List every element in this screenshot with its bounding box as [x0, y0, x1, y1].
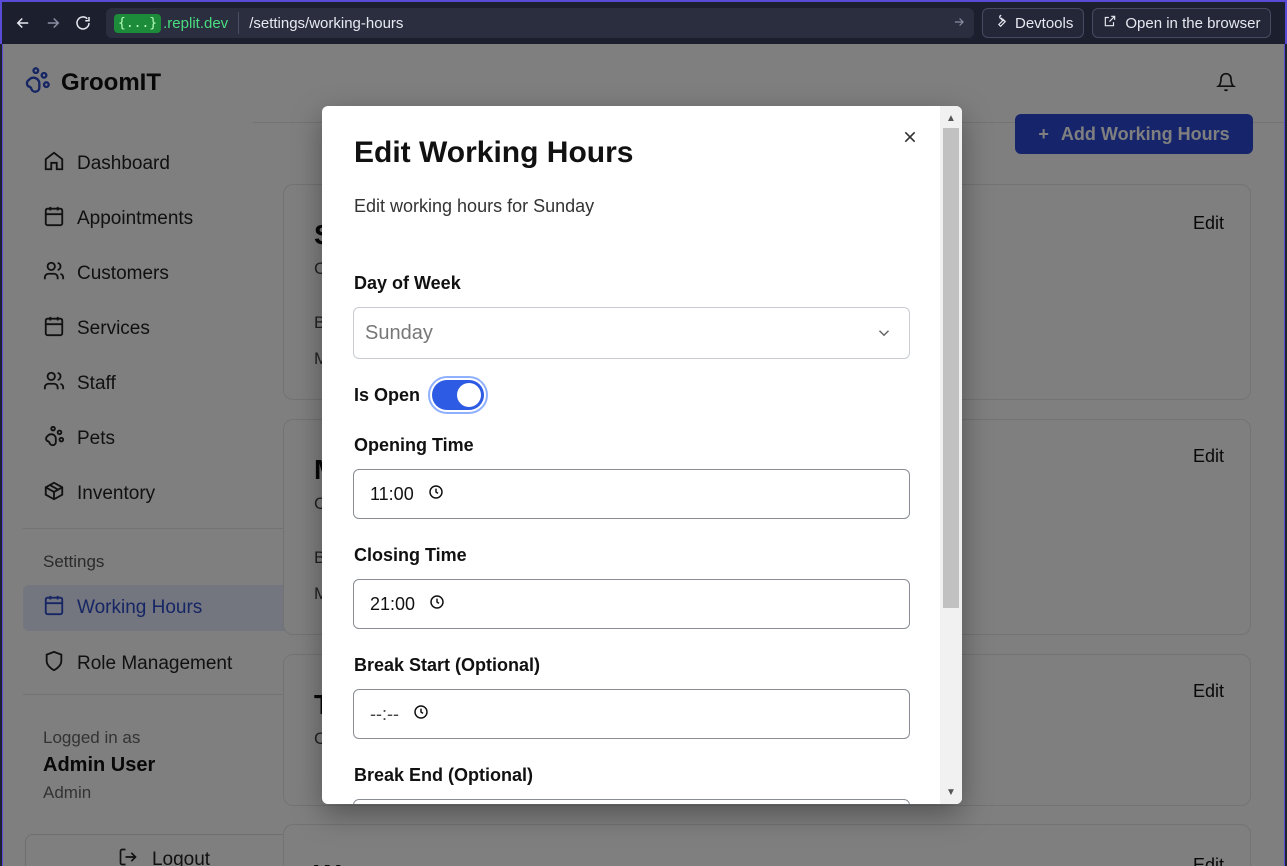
opening-time-label: Opening Time: [354, 435, 474, 455]
scrollbar-thumb[interactable]: [943, 128, 959, 608]
go-arrow-icon[interactable]: [952, 15, 966, 33]
close-icon[interactable]: [899, 126, 921, 148]
break-end-label: Break End (Optional): [354, 765, 534, 785]
back-icon[interactable]: [8, 8, 38, 38]
dialog-title: Edit Working Hours: [354, 136, 634, 169]
opening-time-input[interactable]: 11:00: [353, 469, 910, 519]
url-path: /settings/working-hours: [249, 14, 404, 32]
day-of-week-value: Sunday: [365, 321, 433, 344]
reload-icon[interactable]: [68, 8, 98, 38]
is-open-row: Is Open: [354, 376, 489, 414]
day-of-week-select[interactable]: Sunday: [353, 307, 910, 359]
address-bar[interactable]: {...} .replit.dev /settings/working-hour…: [106, 8, 974, 38]
toggle-track: [432, 380, 485, 410]
clock-icon[interactable]: [413, 704, 429, 725]
closing-time-input[interactable]: 21:00: [353, 579, 910, 629]
dialog-description: Edit working hours for Sunday: [354, 196, 595, 216]
clock-icon[interactable]: [429, 594, 445, 615]
break-end-input[interactable]: [353, 799, 910, 804]
day-of-week-label: Day of Week: [354, 273, 461, 293]
url-domain: .replit.dev: [163, 14, 229, 32]
clock-icon[interactable]: [428, 484, 444, 505]
wrench-icon: [993, 14, 1007, 32]
chevron-down-icon: [875, 324, 893, 348]
devtools-label: Devtools: [1015, 14, 1074, 32]
url-separator: [238, 12, 240, 34]
closing-time-value: 21:00: [370, 593, 416, 614]
break-start-value: --:--: [370, 703, 399, 724]
opening-time-value: 11:00: [370, 483, 414, 504]
is-open-label: Is Open: [354, 384, 421, 405]
open-in-browser-button[interactable]: Open in the browser: [1092, 8, 1272, 38]
scroll-up-icon[interactable]: ▲: [940, 108, 962, 128]
open-in-browser-label: Open in the browser: [1125, 14, 1261, 32]
forward-icon[interactable]: [38, 8, 68, 38]
toggle-knob: [457, 383, 482, 407]
break-start-input[interactable]: --:--: [353, 689, 910, 739]
edit-working-hours-dialog: Edit Working Hours Edit working hours fo…: [322, 106, 962, 804]
url-badge: {...}: [114, 13, 162, 33]
dialog-scrollbar[interactable]: ▲ ▼: [940, 106, 962, 804]
devtools-button[interactable]: Devtools: [982, 8, 1085, 38]
break-start-label: Break Start (Optional): [354, 655, 541, 675]
browser-toolbar: {...} .replit.dev /settings/working-hour…: [0, 0, 1287, 44]
external-link-icon: [1103, 14, 1117, 32]
scroll-down-icon[interactable]: ▼: [940, 782, 962, 802]
closing-time-label: Closing Time: [354, 545, 467, 565]
is-open-toggle[interactable]: [428, 376, 489, 414]
